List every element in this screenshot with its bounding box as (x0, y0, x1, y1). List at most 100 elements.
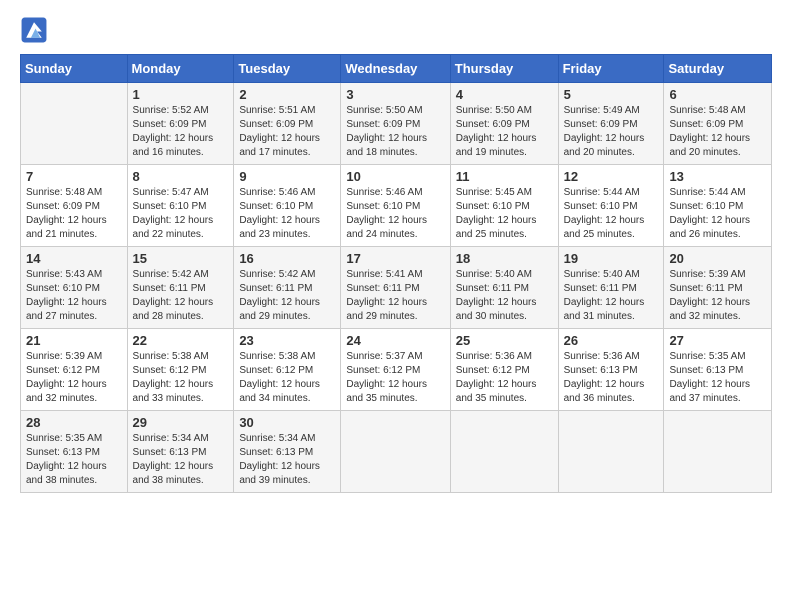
calendar-cell: 17 Sunrise: 5:41 AMSunset: 6:11 PMDayligh… (341, 247, 450, 329)
day-number: 10 (346, 169, 444, 184)
calendar-week-row: 1 Sunrise: 5:52 AMSunset: 6:09 PMDaylight… (21, 83, 772, 165)
calendar-cell: 12 Sunrise: 5:44 AMSunset: 6:10 PMDayligh… (558, 165, 664, 247)
calendar-cell: 10Sunrise: 5:46 AMSunset: 6:10 PMDayligh… (341, 165, 450, 247)
calendar-cell (21, 83, 128, 165)
calendar-cell: 1 Sunrise: 5:52 AMSunset: 6:09 PMDaylight… (127, 83, 234, 165)
calendar-cell: 30 Sunrise: 5:34 AMSunset: 6:13 PMDayligh… (234, 411, 341, 493)
calendar-cell: 14 Sunrise: 5:43 AMSunset: 6:10 PMDayligh… (21, 247, 128, 329)
calendar-cell: 9 Sunrise: 5:46 AMSunset: 6:10 PMDaylight… (234, 165, 341, 247)
day-number: 11 (456, 169, 553, 184)
calendar-cell: 7 Sunrise: 5:48 AMSunset: 6:09 PMDaylight… (21, 165, 128, 247)
day-info: Sunrise: 5:50 AMSunset: 6:09 PMDaylight:… (456, 104, 553, 160)
day-number: 30 (239, 415, 335, 430)
day-info: Sunrise: 5:34 AMSunset: 6:13 PMDaylight:… (133, 432, 229, 488)
calendar-cell: 13 Sunrise: 5:44 AMSunset: 6:10 PMDayligh… (664, 165, 772, 247)
day-info: Sunrise: 5:49 AMSunset: 6:09 PMDaylight:… (564, 104, 659, 160)
day-number: 7 (26, 169, 122, 184)
day-number: 5 (564, 87, 659, 102)
day-info: Sunrise: 5:36 AMSunset: 6:13 PMDaylight:… (564, 350, 659, 406)
day-number: 13 (669, 169, 766, 184)
calendar-cell: 26 Sunrise: 5:36 AMSunset: 6:13 PMDayligh… (558, 329, 664, 411)
day-info: Sunrise: 5:39 AMSunset: 6:12 PMDaylight:… (26, 350, 122, 406)
calendar-cell: 8 Sunrise: 5:47 AMSunset: 6:10 PMDaylight… (127, 165, 234, 247)
day-number: 8 (133, 169, 229, 184)
calendar-cell: 11 Sunrise: 5:45 AMSunset: 6:10 PMDayligh… (450, 165, 558, 247)
day-number: 25 (456, 333, 553, 348)
day-info: Sunrise: 5:48 AMSunset: 6:09 PMDaylight:… (26, 186, 122, 242)
day-info: Sunrise: 5:50 AMSunset: 6:09 PMDaylight:… (346, 104, 444, 160)
day-number: 16 (239, 251, 335, 266)
calendar-cell: 23Sunrise: 5:38 AMSunset: 6:12 PMDayligh… (234, 329, 341, 411)
day-number: 9 (239, 169, 335, 184)
calendar-cell: 25 Sunrise: 5:36 AMSunset: 6:12 PMDayligh… (450, 329, 558, 411)
day-number: 19 (564, 251, 659, 266)
day-info: Sunrise: 5:44 AMSunset: 6:10 PMDaylight:… (669, 186, 766, 242)
day-number: 20 (669, 251, 766, 266)
day-info: Sunrise: 5:34 AMSunset: 6:13 PMDaylight:… (239, 432, 335, 488)
calendar-cell: 28 Sunrise: 5:35 AMSunset: 6:13 PMDayligh… (21, 411, 128, 493)
calendar-week-row: 21Sunrise: 5:39 AMSunset: 6:12 PMDayligh… (21, 329, 772, 411)
day-info: Sunrise: 5:47 AMSunset: 6:10 PMDaylight:… (133, 186, 229, 242)
day-info: Sunrise: 5:42 AMSunset: 6:11 PMDaylight:… (239, 268, 335, 324)
day-info: Sunrise: 5:51 AMSunset: 6:09 PMDaylight:… (239, 104, 335, 160)
calendar-week-row: 28 Sunrise: 5:35 AMSunset: 6:13 PMDayligh… (21, 411, 772, 493)
day-info: Sunrise: 5:40 AMSunset: 6:11 PMDaylight:… (564, 268, 659, 324)
day-info: Sunrise: 5:41 AMSunset: 6:11 PMDaylight:… (346, 268, 444, 324)
calendar-cell: 4 Sunrise: 5:50 AMSunset: 6:09 PMDaylight… (450, 83, 558, 165)
day-info: Sunrise: 5:48 AMSunset: 6:09 PMDaylight:… (669, 104, 766, 160)
calendar-cell (341, 411, 450, 493)
day-number: 14 (26, 251, 122, 266)
day-number: 26 (564, 333, 659, 348)
calendar-cell: 6Sunrise: 5:48 AMSunset: 6:09 PMDaylight… (664, 83, 772, 165)
calendar-cell: 20 Sunrise: 5:39 AMSunset: 6:11 PMDayligh… (664, 247, 772, 329)
calendar-cell: 18 Sunrise: 5:40 AMSunset: 6:11 PMDayligh… (450, 247, 558, 329)
day-number: 29 (133, 415, 229, 430)
day-info: Sunrise: 5:36 AMSunset: 6:12 PMDaylight:… (456, 350, 553, 406)
calendar-day-header: Tuesday (234, 55, 341, 83)
day-info: Sunrise: 5:37 AMSunset: 6:12 PMDaylight:… (346, 350, 444, 406)
day-info: Sunrise: 5:40 AMSunset: 6:11 PMDaylight:… (456, 268, 553, 324)
logo-icon (20, 16, 48, 44)
calendar-cell: 3 Sunrise: 5:50 AMSunset: 6:09 PMDaylight… (341, 83, 450, 165)
calendar-day-header: Saturday (664, 55, 772, 83)
day-number: 17 (346, 251, 444, 266)
calendar-cell (450, 411, 558, 493)
calendar-cell: 29 Sunrise: 5:34 AMSunset: 6:13 PMDayligh… (127, 411, 234, 493)
calendar-cell (664, 411, 772, 493)
day-number: 18 (456, 251, 553, 266)
day-number: 23 (239, 333, 335, 348)
day-info: Sunrise: 5:35 AMSunset: 6:13 PMDaylight:… (669, 350, 766, 406)
calendar-day-header: Sunday (21, 55, 128, 83)
day-info: Sunrise: 5:52 AMSunset: 6:09 PMDaylight:… (133, 104, 229, 160)
day-number: 15 (133, 251, 229, 266)
day-info: Sunrise: 5:45 AMSunset: 6:10 PMDaylight:… (456, 186, 553, 242)
day-info: Sunrise: 5:44 AMSunset: 6:10 PMDaylight:… (564, 186, 659, 242)
calendar-cell: 19 Sunrise: 5:40 AMSunset: 6:11 PMDayligh… (558, 247, 664, 329)
calendar-cell: 24Sunrise: 5:37 AMSunset: 6:12 PMDayligh… (341, 329, 450, 411)
day-info: Sunrise: 5:38 AMSunset: 6:12 PMDaylight:… (133, 350, 229, 406)
calendar-day-header: Thursday (450, 55, 558, 83)
day-number: 22 (133, 333, 229, 348)
day-number: 28 (26, 415, 122, 430)
calendar-day-header: Friday (558, 55, 664, 83)
calendar-day-header: Wednesday (341, 55, 450, 83)
calendar-week-row: 14 Sunrise: 5:43 AMSunset: 6:10 PMDayligh… (21, 247, 772, 329)
calendar-cell: 5 Sunrise: 5:49 AMSunset: 6:09 PMDaylight… (558, 83, 664, 165)
page-header (20, 16, 772, 44)
calendar-cell: 22 Sunrise: 5:38 AMSunset: 6:12 PMDayligh… (127, 329, 234, 411)
calendar-day-header: Monday (127, 55, 234, 83)
day-info: Sunrise: 5:39 AMSunset: 6:11 PMDaylight:… (669, 268, 766, 324)
day-info: Sunrise: 5:35 AMSunset: 6:13 PMDaylight:… (26, 432, 122, 488)
calendar-cell: 16 Sunrise: 5:42 AMSunset: 6:11 PMDayligh… (234, 247, 341, 329)
calendar-cell: 2 Sunrise: 5:51 AMSunset: 6:09 PMDaylight… (234, 83, 341, 165)
calendar-cell (558, 411, 664, 493)
day-number: 2 (239, 87, 335, 102)
day-number: 3 (346, 87, 444, 102)
day-number: 1 (133, 87, 229, 102)
day-info: Sunrise: 5:43 AMSunset: 6:10 PMDaylight:… (26, 268, 122, 324)
day-info: Sunrise: 5:46 AMSunset: 6:10 PMDaylight:… (239, 186, 335, 242)
day-number: 12 (564, 169, 659, 184)
calendar-cell: 27Sunrise: 5:35 AMSunset: 6:13 PMDayligh… (664, 329, 772, 411)
day-number: 4 (456, 87, 553, 102)
calendar-table: SundayMondayTuesdayWednesdayThursdayFrid… (20, 54, 772, 493)
